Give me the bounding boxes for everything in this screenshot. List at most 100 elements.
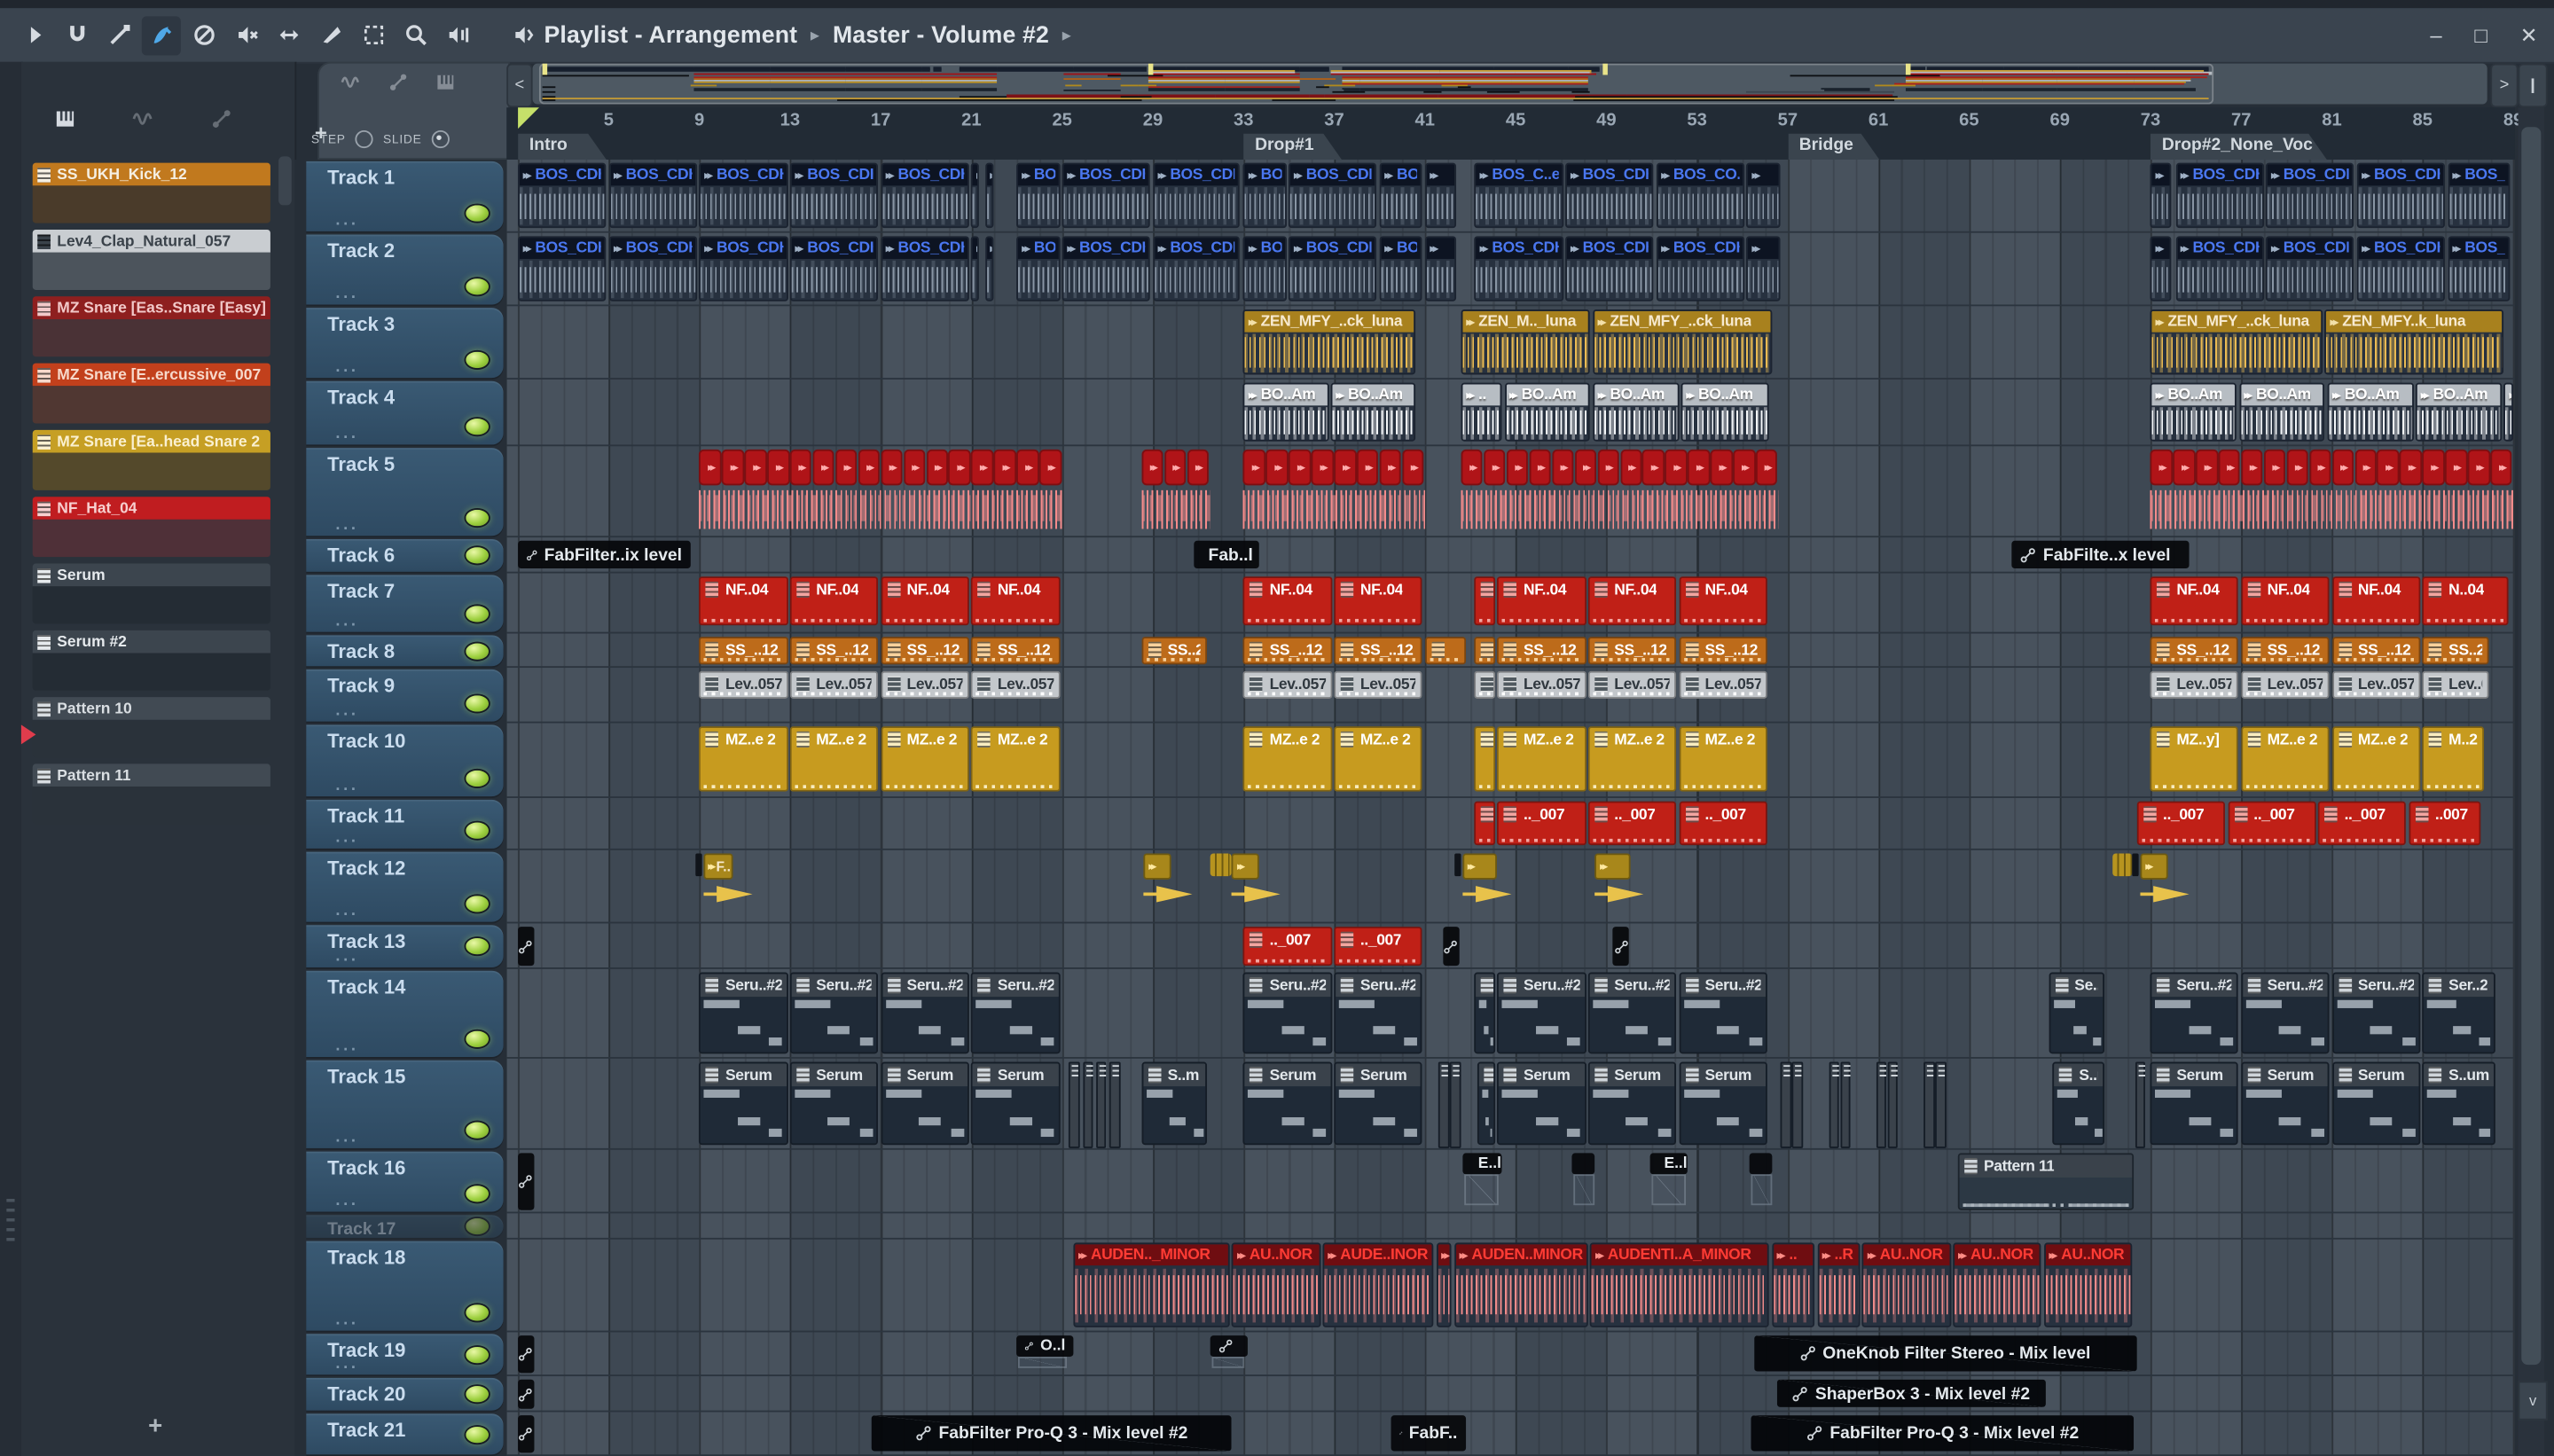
pattern-clip[interactable]: MZ..e 2	[1243, 726, 1332, 792]
audio-hit-clip[interactable]: ▸▸	[744, 449, 767, 486]
pattern-sliver-clip[interactable]	[1935, 1061, 1947, 1148]
audio-clip[interactable]: ▸▸BOS_CDH_1..: 124.0	[2356, 162, 2446, 229]
audio-hit-clip[interactable]: ▸▸	[2422, 449, 2445, 486]
oneshot-clip-box[interactable]: ▸▸	[1462, 853, 1498, 880]
track-mute-led[interactable]	[464, 349, 490, 370]
audio-clip[interactable]: ▸▸ BO..Am	[1593, 382, 1679, 442]
pattern-clip[interactable]: S..m	[1141, 1061, 1208, 1146]
piano-filter-icon[interactable]	[54, 106, 77, 137]
oneshot-cluster[interactable]	[1209, 853, 1233, 877]
track-mute-led[interactable]	[464, 203, 490, 223]
wave-icon[interactable]	[341, 72, 362, 101]
playlist-track-row-6[interactable]: FabFilter..ix level Fab..l FabFilte..x lev…	[506, 537, 2515, 574]
playlist-track-row-19[interactable]: O..l OneKnob Filter Stereo - Mix level	[506, 1332, 2515, 1377]
track-mute-led[interactable]	[464, 1029, 490, 1049]
pattern-clip[interactable]: Seru..#2	[971, 972, 1060, 1054]
pattern-clip[interactable]: Serum	[1243, 1061, 1332, 1146]
pattern-clip[interactable]: SS_..12	[1497, 637, 1586, 665]
playlist-track-row-17[interactable]	[506, 1213, 2515, 1240]
audio-clip[interactable]: ▸▸	[2150, 236, 2171, 301]
pattern-clip[interactable]: SS..2	[2422, 637, 2488, 665]
audio-hit-clip[interactable]: ▸▸	[1619, 449, 1642, 486]
automation-event-clip[interactable]	[1571, 1153, 1602, 1208]
panel-resize-handle[interactable]: ❙	[2518, 63, 2548, 108]
pattern-clip[interactable]: Lev..057	[2241, 670, 2330, 699]
track-mute-led[interactable]	[464, 508, 490, 528]
pattern-clip[interactable]: .._007	[2227, 801, 2316, 846]
pattern-clip[interactable]: Serum	[971, 1061, 1060, 1146]
audio-clip[interactable]: ▸▸BOS_CD..	[1379, 162, 1423, 229]
slide-toggle[interactable]	[431, 129, 450, 149]
audio-clip[interactable]: ▸▸BOS_CDH_..- Part_1	[2175, 236, 2264, 301]
pattern-clip[interactable]: ..	[1477, 1061, 1495, 1146]
audio-clip[interactable]: ▸▸BOS_CD..	[1379, 236, 1423, 301]
pattern-clip[interactable]: S..um	[2422, 1061, 2495, 1146]
pattern-clip[interactable]: NF..04	[881, 576, 969, 626]
pattern-clip[interactable]: SS_..12	[1679, 637, 1767, 665]
playlist-track-row-14[interactable]: Seru..#2 Seru..#2 Seru..#2 Seru..#2 Seru..#2…	[506, 969, 2515, 1059]
track-name[interactable]: Track 16	[327, 1156, 405, 1179]
automation-event-label[interactable]	[1749, 1153, 1772, 1175]
pattern-clip[interactable]: Seru..#2	[1334, 972, 1423, 1054]
audio-clip[interactable]: ▸▸ BO..Am	[2416, 382, 2503, 442]
automation-event-clip[interactable]: E..l	[1463, 1153, 1508, 1208]
pattern-sliver-clip[interactable]	[1069, 1061, 1080, 1148]
pattern-item-header[interactable]: MZ Snare [Eas..Snare [Easy]	[32, 296, 270, 319]
breadcrumb-master[interactable]: Master - Volume #2	[833, 22, 1049, 48]
pattern-clip[interactable]: S..	[1475, 972, 1495, 1054]
audio-hit-clip[interactable]: ▸▸	[2377, 449, 2400, 486]
track-name[interactable]: Track 10	[327, 730, 405, 753]
track-options-dots[interactable]: ...	[335, 1129, 358, 1147]
playlist-track-row-8[interactable]: SS_..12 SS_..12 SS_..12 SS_..12 SS..2 SS_..12…	[506, 633, 2515, 669]
audio-clip[interactable]: ▸▸BO.m	[2503, 382, 2513, 442]
pattern-sliver-clip[interactable]	[1923, 1061, 1935, 1148]
select-tool-icon[interactable]	[354, 15, 393, 54]
track-mute-led[interactable]	[464, 640, 490, 661]
track-mute-led[interactable]	[464, 693, 490, 714]
audio-clip[interactable]: ▸▸	[984, 236, 993, 301]
audio-hit-clip[interactable]: ▸▸	[2308, 449, 2331, 486]
scroll-right-button[interactable]: >	[2490, 63, 2519, 108]
track-header-8[interactable]: Track 8	[306, 635, 504, 667]
track-options-dots[interactable]: ...	[335, 516, 358, 534]
track-header-15[interactable]: Track 15...	[306, 1060, 504, 1148]
track-header-19[interactable]: Track 19...	[306, 1334, 504, 1375]
pattern-clip[interactable]: NF..04	[1587, 576, 1677, 626]
audio-hit-clip[interactable]: ▸▸	[2490, 449, 2513, 486]
pattern-list-item[interactable]: Serum	[32, 563, 270, 624]
automation-clip[interactable]: Fab..l	[1194, 540, 1259, 569]
playlist-track-row-3[interactable]: ▸▸ ZEN_MFY_..ck_luna ▸▸ ZEN_M.._luna ▸▸ ZEN_M…	[506, 306, 2515, 380]
pattern-item-header[interactable]: Serum #2	[32, 630, 270, 654]
paint-tool-icon[interactable]	[141, 15, 181, 55]
track-options-dots[interactable]: ...	[335, 1311, 358, 1329]
audio-hit-clip[interactable]: ▸▸	[1016, 449, 1039, 486]
track-header-20[interactable]: Track 20	[306, 1377, 504, 1411]
gold-oneshot-clip[interactable]: ▸▸ F..	[694, 853, 760, 917]
automation-clip[interactable]: OneKnob Filter Stereo - Mix level	[1753, 1335, 2137, 1372]
track-mute-led[interactable]	[464, 417, 490, 437]
automation-clip-small[interactable]	[1613, 927, 1629, 967]
pattern-clip[interactable]: Lev..057	[1587, 670, 1677, 699]
audio-clip[interactable]: ▸▸BOS_CDH_..- Part_1	[1062, 236, 1151, 301]
audio-clip[interactable]: ▸▸BOS_CDH_..- Part_1	[881, 236, 969, 301]
track-header-6[interactable]: Track 6	[306, 538, 504, 572]
track-name[interactable]: Track 18	[327, 1246, 405, 1269]
track-options-dots[interactable]: ...	[335, 829, 358, 847]
track-header-13[interactable]: Track 13...	[306, 925, 504, 968]
audio-hit-group[interactable]: ▸▸ ▸▸ ▸▸	[1141, 449, 1210, 531]
track-mute-led[interactable]	[464, 1217, 490, 1237]
audio-clip[interactable]: ▸▸ AU..NOR	[1953, 1242, 2042, 1327]
pattern-clip[interactable]: Seru..#2	[699, 972, 788, 1054]
audio-clip[interactable]: ▸▸	[971, 162, 980, 229]
timeline-marker[interactable]: Bridge	[1788, 134, 1881, 161]
pattern-item-header[interactable]: Pattern 10	[32, 697, 270, 720]
track-header-21[interactable]: Track 21	[306, 1413, 504, 1455]
pattern-clip[interactable]: Seru..#2	[1679, 972, 1767, 1054]
oneshot-clip-box[interactable]: ▸▸	[1232, 853, 1259, 880]
audio-hit-clip[interactable]: ▸▸	[767, 449, 789, 486]
audio-hit-clip[interactable]: ▸▸	[2241, 449, 2263, 486]
automation-clip[interactable]: FabFilter..ix level	[518, 540, 691, 569]
pattern-clip[interactable]: NF..04	[971, 576, 1060, 626]
slice-tool-icon[interactable]	[311, 15, 350, 54]
playlist-track-row-20[interactable]: ShaperBox 3 - Mix level #2	[506, 1376, 2515, 1413]
